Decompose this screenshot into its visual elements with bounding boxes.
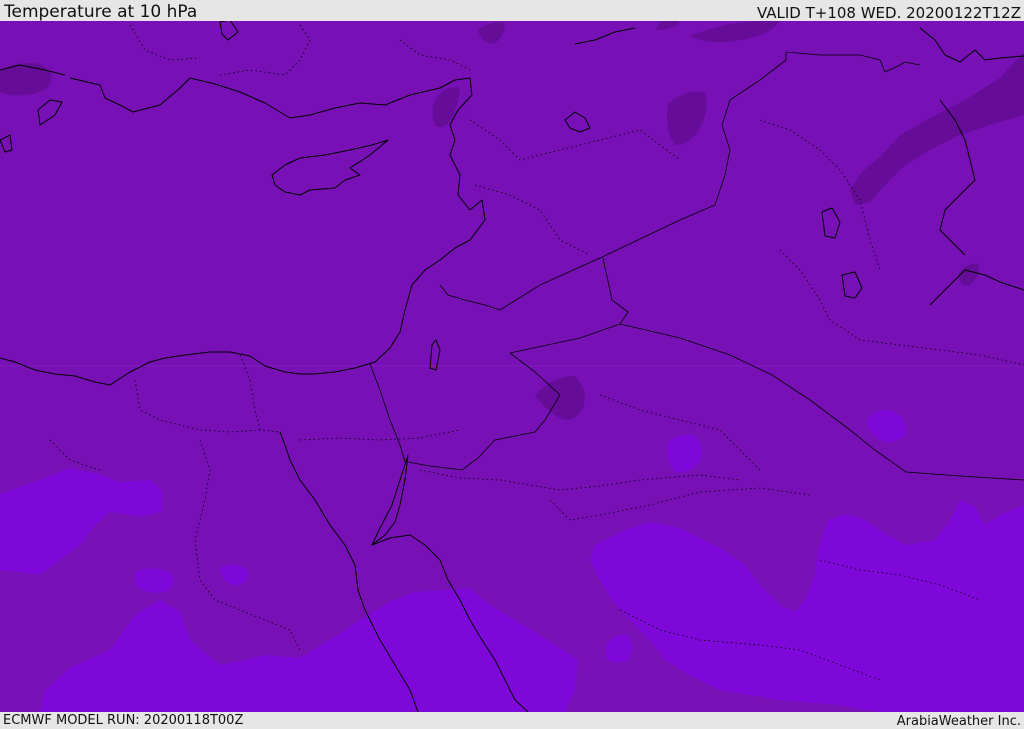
temperature-map <box>0 21 1024 712</box>
header-bar: Temperature at 10 hPa VALID T+108 WED. 2… <box>0 0 1024 21</box>
model-run-label: ECMWF MODEL RUN: 20200118T00Z <box>3 713 244 728</box>
map-canvas <box>0 21 1024 712</box>
map-title: Temperature at 10 hPa <box>4 2 198 22</box>
footer-bar: ECMWF MODEL RUN: 20200118T00Z ArabiaWeat… <box>0 712 1024 729</box>
valid-time-label: VALID T+108 WED. 20200122T12Z <box>756 4 1021 22</box>
brand-label: ArabiaWeather Inc. <box>896 714 1021 729</box>
warm-cell-1 <box>135 568 174 593</box>
